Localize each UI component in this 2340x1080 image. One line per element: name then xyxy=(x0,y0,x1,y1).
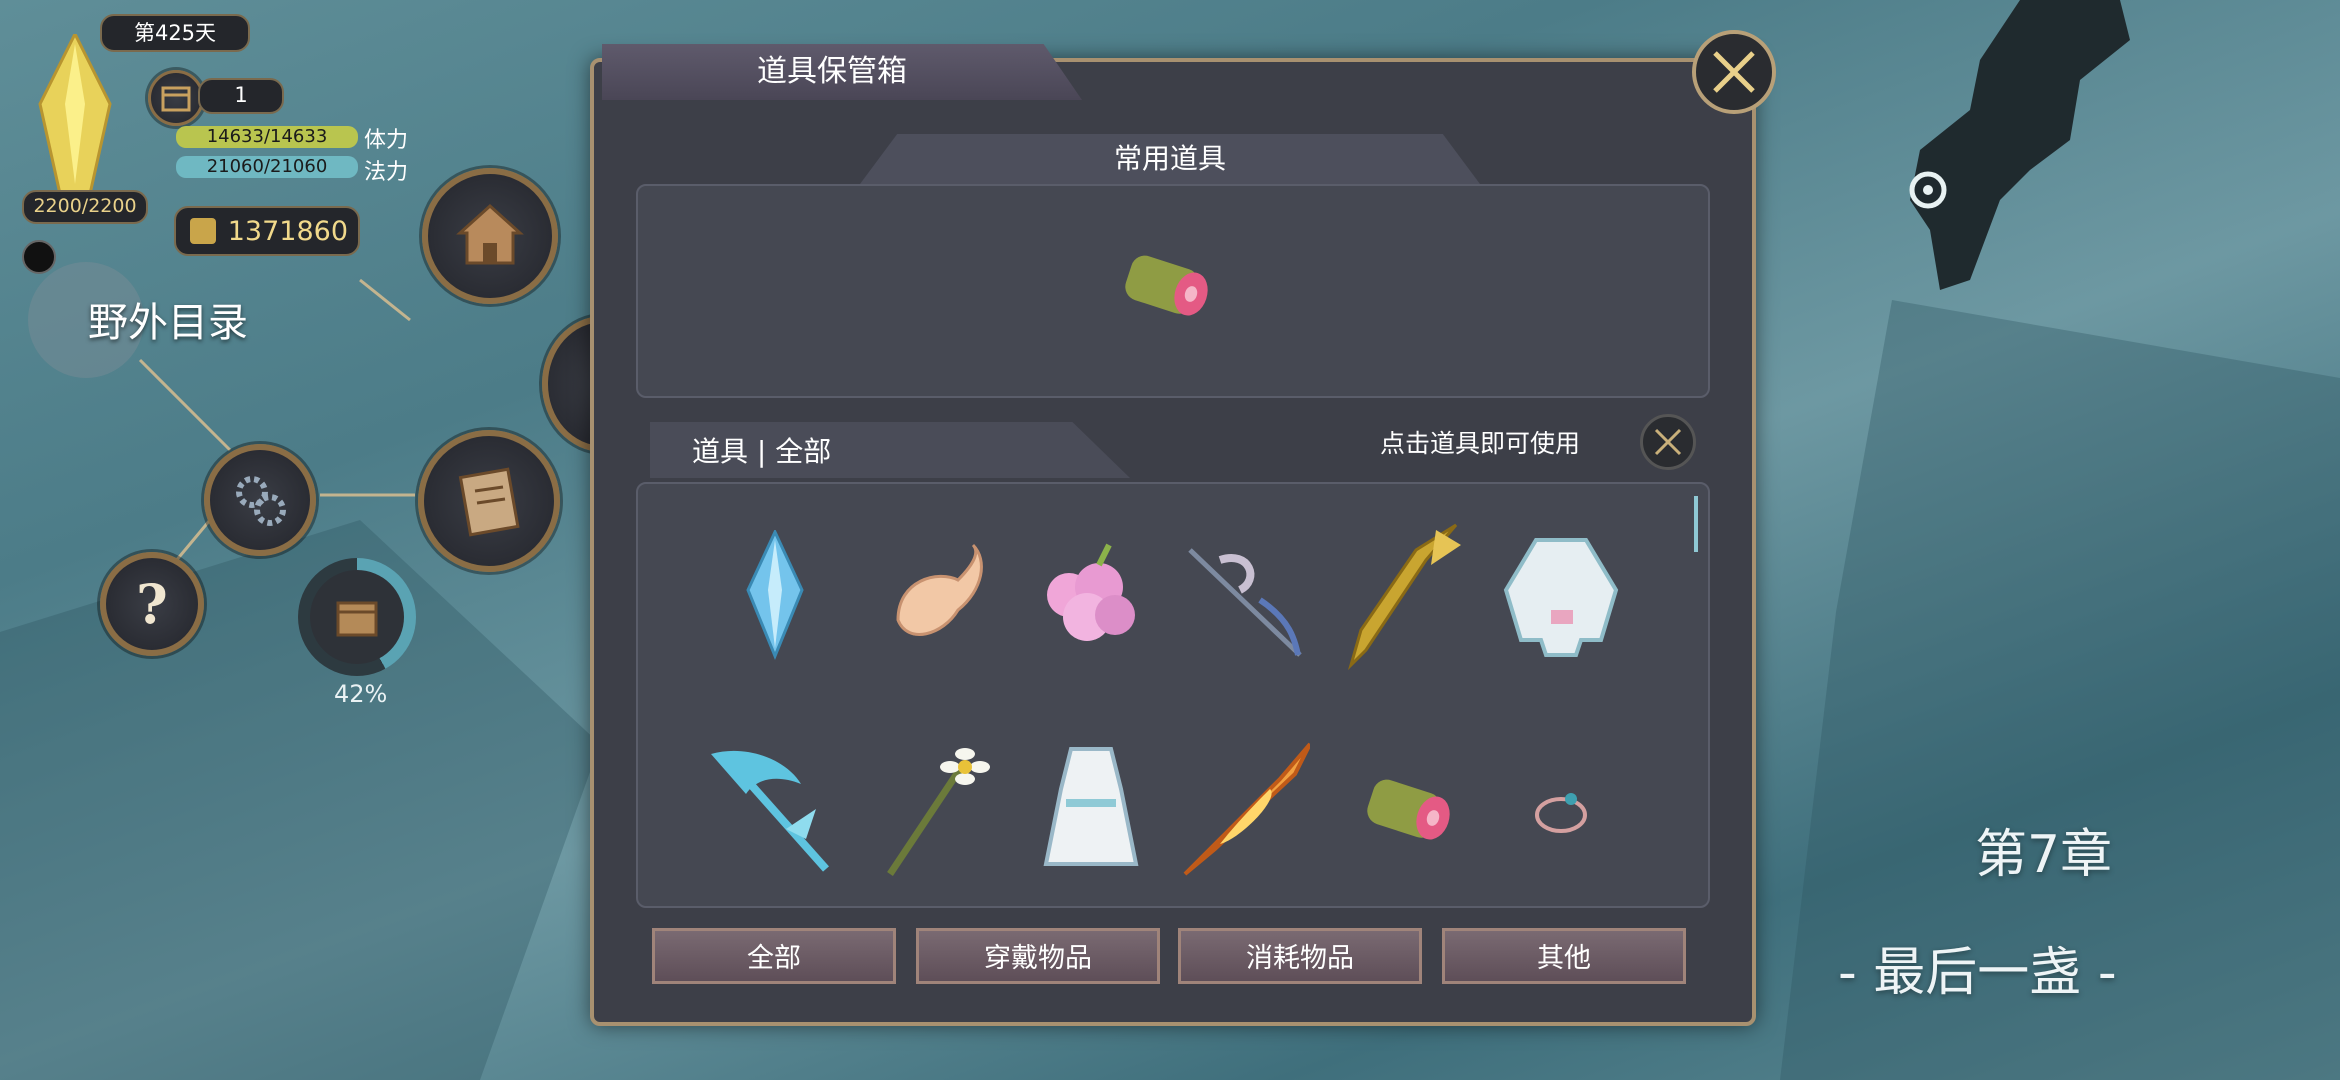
house-icon xyxy=(456,203,524,265)
horn-icon xyxy=(896,543,983,636)
common-items-header: 常用道具 xyxy=(860,134,1480,184)
hint-close-button[interactable] xyxy=(1640,414,1696,470)
crystal-icon xyxy=(746,530,804,660)
item-slot[interactable] xyxy=(1340,744,1470,874)
crystal-value: 2200/2200 xyxy=(22,190,148,224)
item-slot[interactable] xyxy=(1026,744,1156,874)
gear-icon xyxy=(236,476,286,526)
close-button[interactable] xyxy=(1692,30,1776,114)
blade-staff-icon xyxy=(1188,548,1302,657)
help-button[interactable]: ? xyxy=(100,552,204,656)
home-button[interactable] xyxy=(422,168,558,304)
tab-all[interactable]: 全部 xyxy=(652,928,896,984)
white-dress-icon xyxy=(1043,747,1139,866)
fire-sword-icon xyxy=(1183,742,1310,876)
item-slot[interactable] xyxy=(1336,523,1466,670)
settings-button[interactable] xyxy=(204,444,316,556)
scrollbar[interactable] xyxy=(1694,496,1698,552)
calendar-icon[interactable] xyxy=(148,70,204,126)
mp-label: 法力 xyxy=(364,160,409,185)
panel-title: 道具保管箱 xyxy=(757,54,907,89)
items-tab-label: 道具 | 全部 xyxy=(692,435,832,468)
tab-other[interactable]: 其他 xyxy=(1442,928,1686,984)
pink-fruit-icon xyxy=(1047,543,1135,641)
meat-icon xyxy=(1125,255,1208,316)
item-slot[interactable] xyxy=(1024,530,1154,660)
journal-button[interactable] xyxy=(418,430,560,572)
ice-scythe-icon xyxy=(711,750,829,872)
tab-consumable[interactable]: 消耗物品 xyxy=(1178,928,1422,984)
item-slot[interactable] xyxy=(710,530,840,660)
calendar-count: 1 xyxy=(198,78,284,114)
white-coat-icon xyxy=(1503,538,1619,657)
meat-icon xyxy=(1367,779,1450,840)
item-slot[interactable] xyxy=(1180,742,1310,876)
item-slot[interactable] xyxy=(706,744,836,874)
use-hint: 点击道具即可使用 xyxy=(1380,429,1581,458)
book-icon xyxy=(458,467,520,537)
item-slot[interactable] xyxy=(1180,530,1310,660)
dot-indicator xyxy=(22,240,56,274)
mp-bar: 21060/21060 xyxy=(176,156,358,178)
day-counter: 第425天 xyxy=(100,14,250,52)
close-icon xyxy=(1713,51,1755,93)
common-item-slot[interactable] xyxy=(1098,220,1228,350)
item-slot[interactable] xyxy=(1496,530,1626,660)
item-slot[interactable] xyxy=(870,744,1000,876)
hp-bar: 14633/14633 xyxy=(176,126,358,148)
golden-sword-icon xyxy=(1348,523,1461,670)
tab-wearable[interactable]: 穿戴物品 xyxy=(916,928,1160,984)
progress-percent: 42% xyxy=(334,680,388,708)
question-icon: ? xyxy=(136,572,168,636)
minimap[interactable] xyxy=(1880,0,2140,300)
chapter-subtitle: - 最后一盏 - xyxy=(1838,943,2117,1003)
ring-icon xyxy=(1535,793,1587,833)
calendar-icon xyxy=(336,601,378,637)
progress-ring[interactable] xyxy=(298,558,416,676)
chapter-title: 第7章 xyxy=(1975,825,2113,885)
flower-staff-icon xyxy=(887,748,990,876)
item-slot[interactable] xyxy=(868,530,998,660)
hp-label: 体力 xyxy=(364,128,409,153)
crystal-icon xyxy=(38,34,112,196)
close-icon xyxy=(1654,428,1682,456)
item-slot[interactable] xyxy=(1496,744,1626,874)
